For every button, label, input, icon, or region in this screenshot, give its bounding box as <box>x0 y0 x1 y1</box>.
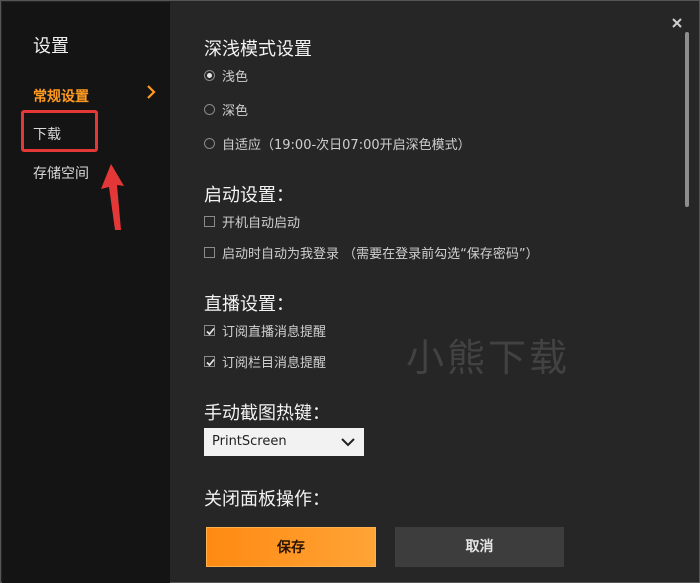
sidebar-title: 设置 <box>33 36 69 57</box>
startup-autostart-option[interactable]: 开机自动启动 <box>204 212 300 231</box>
theme-option-label: 自适应（19:00-次日07:00开启深色模式） <box>222 138 471 153</box>
theme-option-light[interactable]: 浅色 <box>204 66 248 85</box>
startup-heading: 启动设置： <box>204 185 294 206</box>
live-subscribe-option[interactable]: 订阅直播消息提醒 <box>204 321 326 340</box>
theme-option-auto[interactable]: 自适应（19:00-次日07:00开启深色模式） <box>204 134 471 153</box>
vertical-scrollbar[interactable] <box>685 32 689 207</box>
sidebar-item-storage[interactable]: 存储空间 <box>33 163 89 183</box>
chevron-right-icon <box>147 85 156 99</box>
theme-option-label: 深色 <box>222 104 249 119</box>
theme-option-label: 浅色 <box>222 70 249 85</box>
theme-heading: 深浅模式设置 <box>204 39 312 60</box>
radio-unchecked-icon[interactable] <box>204 104 215 115</box>
radio-checked-icon[interactable] <box>204 70 215 81</box>
chevron-down-icon <box>341 438 355 447</box>
checkbox-unchecked-icon[interactable] <box>204 216 215 227</box>
cancel-button[interactable]: 取消 <box>395 527 564 567</box>
sidebar-item-general[interactable]: 常规设置 <box>33 86 89 106</box>
hotkey-heading: 手动截图热键： <box>204 403 330 424</box>
annotation-highlight-box <box>21 110 98 152</box>
startup-option-label: 开机自动启动 <box>222 216 301 231</box>
close-panel-heading: 关闭面板操作： <box>204 489 330 510</box>
watermark-text: 小熊下载 <box>406 336 571 380</box>
live-heading: 直播设置： <box>204 294 294 315</box>
settings-window: 设置 常规设置 下载 存储空间 深浅模式设置 浅色 深色 自适应（19:00-次… <box>0 0 700 583</box>
column-subscribe-option[interactable]: 订阅栏目消息提醒 <box>204 352 326 371</box>
save-button[interactable]: 保存 <box>206 527 376 567</box>
annotation-arrow-icon <box>101 164 124 230</box>
checkbox-checked-icon[interactable] <box>204 325 215 336</box>
checkbox-checked-icon[interactable] <box>204 356 215 367</box>
settings-content: 深浅模式设置 浅色 深色 自适应（19:00-次日07:00开启深色模式） 启动… <box>170 2 700 583</box>
theme-option-dark[interactable]: 深色 <box>204 100 248 119</box>
radio-unchecked-icon[interactable] <box>204 138 215 149</box>
startup-option-label: 启动时自动为我登录 （需要在登录前勾选“保存密码”） <box>222 247 539 262</box>
hotkey-select[interactable]: PrintScreen <box>204 428 364 456</box>
startup-autologin-option[interactable]: 启动时自动为我登录 （需要在登录前勾选“保存密码”） <box>204 243 539 262</box>
hotkey-select-value: PrintScreen <box>212 434 287 449</box>
checkbox-unchecked-icon[interactable] <box>204 247 215 258</box>
live-option-label: 订阅直播消息提醒 <box>222 325 327 340</box>
settings-sidebar: 设置 常规设置 下载 存储空间 <box>2 2 170 583</box>
live-option-label: 订阅栏目消息提醒 <box>222 356 327 371</box>
close-icon[interactable] <box>670 16 684 30</box>
